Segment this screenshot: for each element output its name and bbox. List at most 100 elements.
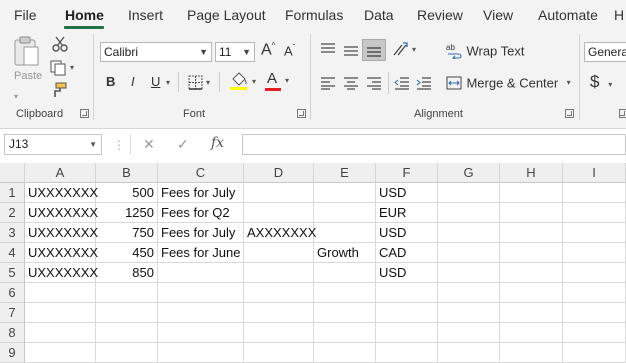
align-middle-icon[interactable]: [343, 44, 359, 58]
cell-b4[interactable]: 450: [96, 243, 158, 263]
align-top-icon[interactable]: [320, 42, 336, 56]
formula-input[interactable]: [242, 134, 626, 155]
cell-f1[interactable]: USD: [376, 183, 438, 203]
row-header-1[interactable]: 1: [0, 183, 25, 203]
cell-a2[interactable]: UXXXXXXX: [25, 203, 98, 223]
font-size-select[interactable]: 11 ▼: [215, 42, 255, 62]
fill-color-dropdown-arrow[interactable]: ▾: [252, 77, 256, 86]
align-right-icon[interactable]: [366, 76, 382, 90]
cell-i9[interactable]: [563, 343, 626, 363]
tab-formulas[interactable]: Formulas: [285, 7, 343, 23]
cell-c5[interactable]: [158, 263, 244, 283]
cell-e4[interactable]: Growth: [314, 243, 376, 263]
cell-d1[interactable]: [244, 183, 314, 203]
cell-d3[interactable]: AXXXXXXX: [244, 223, 316, 243]
cell-f4[interactable]: CAD: [376, 243, 438, 263]
cell-h3[interactable]: [500, 223, 563, 243]
font-color-dropdown-arrow[interactable]: ▾: [285, 76, 289, 85]
cell-g3[interactable]: [438, 223, 500, 243]
tab-insert[interactable]: Insert: [128, 7, 163, 23]
underline-dropdown-arrow[interactable]: ▾: [166, 78, 170, 87]
cell-a1[interactable]: UXXXXXXX: [25, 183, 98, 203]
tab-automate[interactable]: Automate: [538, 7, 598, 23]
cell-i5[interactable]: [563, 263, 626, 283]
cell-a4[interactable]: UXXXXXXX: [25, 243, 98, 263]
cell-i8[interactable]: [563, 323, 626, 343]
cell-g5[interactable]: [438, 263, 500, 283]
column-header-e[interactable]: E: [314, 163, 376, 183]
cell-c8[interactable]: [158, 323, 244, 343]
increase-font-button[interactable]: A^: [261, 41, 275, 59]
cell-b2[interactable]: 1250: [96, 203, 158, 223]
copy-button[interactable]: ▾: [50, 60, 74, 81]
row-header-4[interactable]: 4: [0, 243, 25, 263]
row-header-7[interactable]: 7: [0, 303, 25, 323]
cell-c1[interactable]: Fees for July: [158, 183, 244, 203]
cell-c6[interactable]: [158, 283, 244, 303]
align-bottom-button[interactable]: [362, 39, 386, 61]
cell-f2[interactable]: EUR: [376, 203, 438, 223]
number-format-select[interactable]: General: [584, 42, 626, 62]
column-header-a[interactable]: A: [25, 163, 96, 183]
decrease-indent-icon[interactable]: [394, 76, 410, 90]
cell-e5[interactable]: [314, 263, 376, 283]
cell-g2[interactable]: [438, 203, 500, 223]
tab-file[interactable]: File: [14, 7, 37, 23]
cell-g9[interactable]: [438, 343, 500, 363]
cell-c4[interactable]: Fees for June: [158, 243, 244, 263]
format-painter-button[interactable]: [51, 82, 67, 103]
cell-b3[interactable]: 750: [96, 223, 158, 243]
cell-b9[interactable]: [96, 343, 158, 363]
row-header-8[interactable]: 8: [0, 323, 25, 343]
italic-button[interactable]: I: [131, 74, 135, 89]
increase-indent-icon[interactable]: [416, 76, 432, 90]
tab-help[interactable]: H: [614, 7, 624, 23]
cell-d4[interactable]: [244, 243, 314, 263]
cell-a3[interactable]: UXXXXXXX: [25, 223, 98, 243]
cell-a7[interactable]: [25, 303, 96, 323]
cell-a8[interactable]: [25, 323, 96, 343]
cell-b5[interactable]: 850: [96, 263, 158, 283]
cell-g4[interactable]: [438, 243, 500, 263]
cell-h8[interactable]: [500, 323, 563, 343]
cell-e9[interactable]: [314, 343, 376, 363]
column-header-h[interactable]: H: [500, 163, 563, 183]
cell-h4[interactable]: [500, 243, 563, 263]
currency-dropdown-arrow[interactable]: ▾: [608, 80, 612, 89]
font-dialog-launcher-icon[interactable]: [297, 109, 306, 118]
column-header-f[interactable]: F: [376, 163, 438, 183]
cell-f7[interactable]: [376, 303, 438, 323]
bold-button[interactable]: B: [106, 74, 115, 89]
cell-d7[interactable]: [244, 303, 314, 323]
cell-d5[interactable]: [244, 263, 314, 283]
font-name-select[interactable]: Calibri ▼: [100, 42, 212, 62]
row-header-9[interactable]: 9: [0, 343, 25, 363]
cell-i1[interactable]: [563, 183, 626, 203]
cell-d2[interactable]: [244, 203, 314, 223]
number-dialog-launcher-icon[interactable]: [619, 109, 626, 118]
wrap-text-button[interactable]: ab Wrap Text: [446, 42, 525, 62]
cell-c9[interactable]: [158, 343, 244, 363]
cell-f6[interactable]: [376, 283, 438, 303]
cut-button[interactable]: [52, 36, 68, 57]
cell-h2[interactable]: [500, 203, 563, 223]
cell-i4[interactable]: [563, 243, 626, 263]
cell-h6[interactable]: [500, 283, 563, 303]
tab-data[interactable]: Data: [364, 7, 394, 23]
cell-d6[interactable]: [244, 283, 314, 303]
cell-d9[interactable]: [244, 343, 314, 363]
cell-a5[interactable]: UXXXXXXX: [25, 263, 98, 283]
cell-g1[interactable]: [438, 183, 500, 203]
cell-f8[interactable]: [376, 323, 438, 343]
column-header-b[interactable]: B: [96, 163, 158, 183]
merge-center-dropdown-arrow[interactable]: ▾: [567, 78, 571, 87]
cell-g6[interactable]: [438, 283, 500, 303]
column-header-i[interactable]: I: [563, 163, 626, 183]
orientation-dropdown-arrow[interactable]: ▾: [412, 45, 416, 54]
cell-h1[interactable]: [500, 183, 563, 203]
enter-entry-icon[interactable]: ✓: [177, 136, 189, 153]
cell-e3[interactable]: [314, 223, 376, 243]
insert-function-icon[interactable]: fx: [211, 135, 224, 151]
cell-g7[interactable]: [438, 303, 500, 323]
name-box[interactable]: J13 ▼: [4, 134, 102, 155]
